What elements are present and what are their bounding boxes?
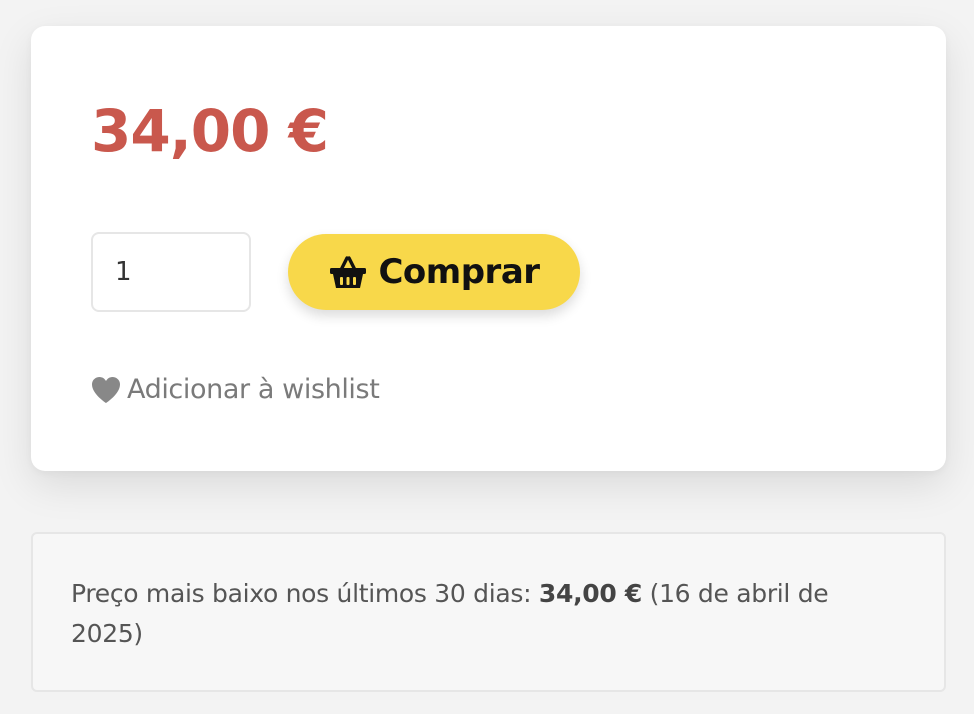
- lowest-price-value: 34,00 €: [538, 579, 642, 608]
- add-to-wishlist-link[interactable]: Adicionar à wishlist: [91, 374, 380, 405]
- buy-button[interactable]: Comprar: [288, 234, 580, 310]
- basket-icon: [328, 254, 368, 290]
- lowest-price-prefix: Preço mais baixo nos últimos 30 dias:: [71, 579, 539, 608]
- heart-icon: [91, 376, 121, 404]
- wishlist-label: Adicionar à wishlist: [127, 374, 380, 405]
- lowest-price-notice: Preço mais baixo nos últimos 30 dias: 34…: [31, 532, 946, 692]
- buy-button-label: Comprar: [378, 252, 540, 292]
- product-price: 34,00 €: [91, 97, 329, 165]
- quantity-input[interactable]: [91, 232, 251, 312]
- product-purchase-page: 34,00 € Comprar: [0, 0, 974, 714]
- buy-box-card: 34,00 € Comprar: [31, 26, 946, 471]
